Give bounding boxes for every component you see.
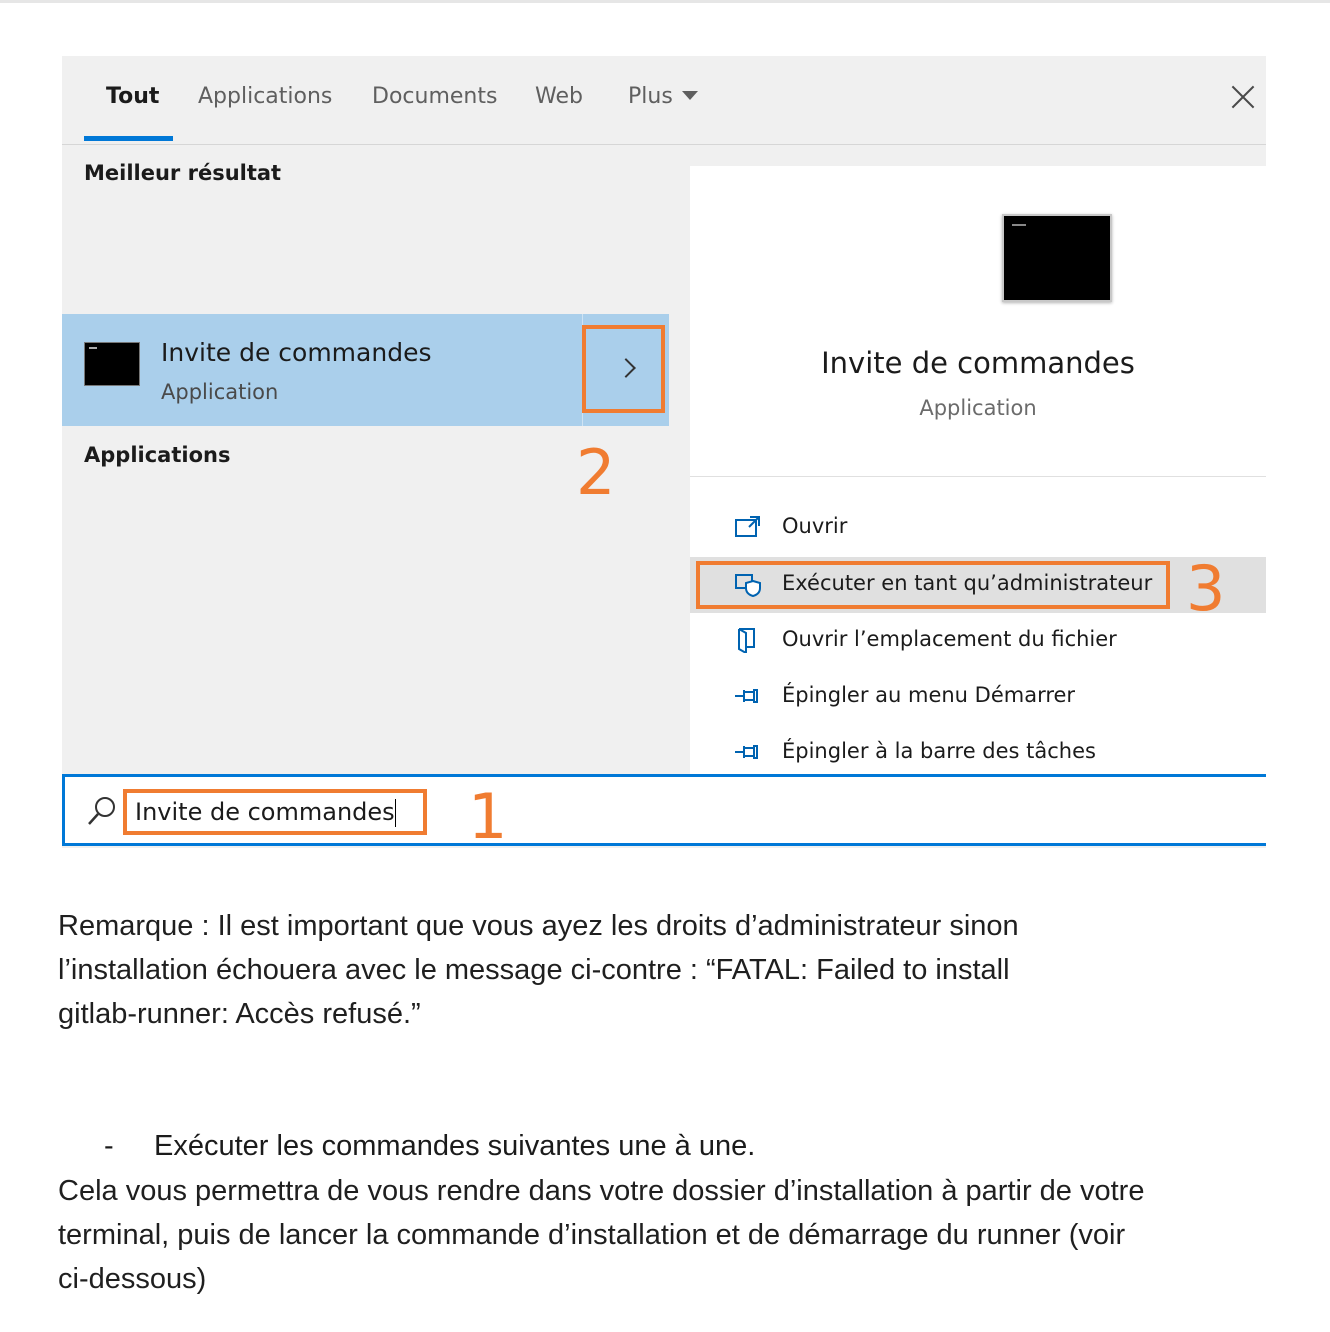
action-open-file-location-label: Ouvrir l’emplacement du fichier: [782, 627, 1117, 651]
annotation-box-search: [123, 789, 427, 835]
note-paragraph: Remarque : Il est important que vous aye…: [58, 904, 1019, 1036]
step-number-3: 3: [1186, 552, 1226, 625]
close-icon[interactable]: [1228, 82, 1258, 112]
best-result-heading: Meilleur résultat: [84, 161, 282, 185]
caret-down-icon: [681, 90, 698, 100]
tab-web[interactable]: Web: [535, 84, 583, 109]
explanation-paragraph: Cela vous permettra de vous rendre dans …: [58, 1169, 1144, 1301]
tab-documents[interactable]: Documents: [372, 84, 497, 109]
action-pin-taskbar[interactable]: Épingler à la barre des tâches: [690, 725, 1266, 781]
command-prompt-icon: [84, 342, 140, 386]
action-pin-start-label: Épingler au menu Démarrer: [782, 683, 1076, 707]
search-tab-bar: Tout Applications Documents Web Plus: [62, 56, 1266, 145]
detail-title: Invite de commandes: [821, 346, 1135, 380]
best-result-item[interactable]: Invite de commandes Application: [62, 314, 669, 426]
note-line: Remarque : Il est important que vous aye…: [58, 910, 1019, 942]
para-line: terminal, puis de lancer la commande d’i…: [58, 1219, 1126, 1251]
command-prompt-large-icon: [1002, 214, 1112, 302]
bullet-text: Exécuter les commandes suivantes une à u…: [154, 1130, 756, 1162]
detail-divider: [690, 476, 1266, 477]
detail-pane: Invite de commandes Application Ouvrir E…: [690, 166, 1266, 776]
note-line: gitlab-runner: Accès refusé.”: [58, 998, 421, 1030]
action-open[interactable]: Ouvrir: [690, 500, 1266, 556]
action-pin-taskbar-label: Épingler à la barre des tâches: [782, 739, 1096, 763]
best-result-title: Invite de commandes: [161, 338, 432, 367]
search-icon: [88, 797, 115, 825]
windows-search-screenshot: Tout Applications Documents Web Plus Mei…: [62, 56, 1266, 848]
annotation-box-expand: [582, 325, 665, 413]
applications-heading: Applications: [84, 443, 231, 467]
tab-plus-label: Plus: [628, 84, 673, 109]
action-open-label: Ouvrir: [782, 514, 848, 538]
top-divider: [0, 0, 1330, 3]
open-window-icon: [735, 516, 760, 537]
detail-subtitle: Application: [919, 396, 1037, 420]
note-line: l’installation échouera avec le message …: [58, 954, 1010, 986]
pin-icon: [735, 689, 758, 703]
best-result-subtitle: Application: [161, 380, 279, 404]
annotation-box-run-as-admin: [696, 561, 1170, 609]
tab-plus[interactable]: Plus: [628, 84, 698, 109]
step-number-2: 2: [576, 436, 616, 509]
active-tab-indicator: [84, 136, 173, 141]
tab-applications[interactable]: Applications: [198, 84, 332, 109]
pin-icon: [735, 745, 758, 759]
bullet-dash: -: [104, 1130, 114, 1162]
tab-tout[interactable]: Tout: [106, 84, 159, 109]
file-location-icon: [738, 628, 755, 653]
para-line: Cela vous permettra de vous rendre dans …: [58, 1175, 1145, 1207]
para-line: ci-dessous): [58, 1263, 207, 1295]
action-pin-start[interactable]: Épingler au menu Démarrer: [690, 669, 1266, 725]
action-open-file-location[interactable]: Ouvrir l’emplacement du fichier: [690, 613, 1266, 669]
step-number-1: 1: [468, 780, 508, 853]
